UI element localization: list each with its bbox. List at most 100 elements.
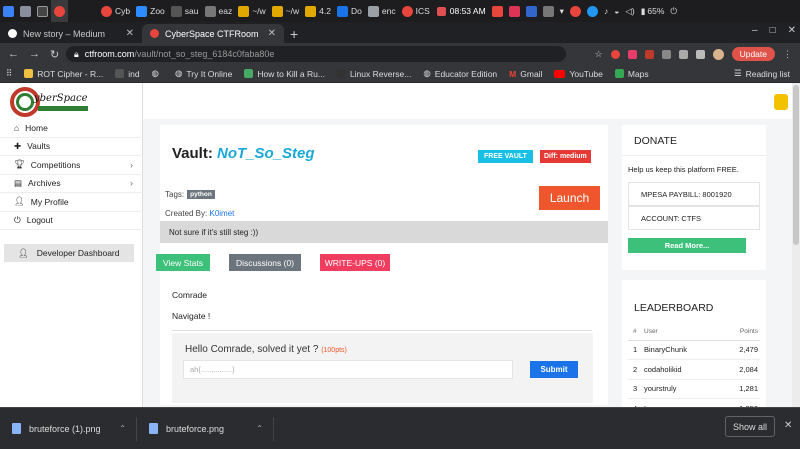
submit-button[interactable]: Submit (530, 361, 578, 378)
scrollbar-thumb[interactable] (793, 85, 799, 245)
battery-icon[interactable]: ▮ (641, 6, 646, 17)
download-item[interactable]: bruteforce.png ⌃ (137, 416, 274, 441)
avatar[interactable] (712, 48, 724, 60)
workspace-icon[interactable] (436, 6, 446, 16)
os-task-6[interactable]: 4.2 (302, 0, 334, 22)
download-item[interactable]: bruteforce (1).png ⌃ (0, 416, 137, 441)
bookmark-favicon-icon (336, 69, 346, 78)
chevron-up-icon[interactable]: ⌃ (119, 424, 126, 433)
sidebar-item-home[interactable]: ⌂ Home (0, 119, 143, 138)
globe-icon: ◍ (151, 68, 159, 78)
volume-icon[interactable]: ◁) (625, 6, 634, 17)
view-stats-button[interactable]: View Stats (156, 254, 210, 271)
extension-icon[interactable] (644, 49, 654, 59)
bookmark-how-to-kill[interactable]: How to Kill a Ru... (244, 69, 325, 79)
user-gear-icon: 👤︎ (18, 247, 29, 258)
table-row[interactable]: 4 Lucas 1,050 (628, 398, 760, 407)
show-all-button[interactable]: Show all (725, 416, 775, 437)
bookmark-linux-reverse[interactable]: Linux Reverse... (336, 69, 411, 79)
sidebar-item-archives[interactable]: ▤ Archives › (0, 175, 143, 193)
bookmark-youtube[interactable]: YouTube (554, 69, 603, 79)
sidebar-item-competitions[interactable]: 🏆︎ Competitions › (0, 156, 143, 175)
page-scrollbar[interactable] (792, 83, 800, 407)
launch-button[interactable]: Launch (539, 186, 600, 210)
extension-icon[interactable] (661, 49, 671, 59)
update-button[interactable]: Update (731, 47, 775, 61)
more-menu-icon[interactable]: ⋮ (783, 49, 792, 60)
answer-input[interactable]: ah{.....,.........} (183, 360, 513, 379)
image-file-icon (12, 423, 21, 434)
tray-icon[interactable] (508, 5, 520, 17)
chevron-up-icon[interactable]: ⌃ (256, 424, 263, 433)
chevron-down-icon[interactable]: ▾ (560, 6, 564, 17)
author-link[interactable]: K0imet (209, 209, 234, 218)
tray-icon[interactable] (586, 5, 598, 17)
bookmark-educator-edition[interactable]: ◍ Educator Edition (423, 68, 497, 79)
os-task-3[interactable]: eaz (202, 0, 236, 22)
forward-icon[interactable]: → (29, 48, 40, 61)
app-tray-icon[interactable] (491, 5, 503, 17)
tray-icon[interactable] (542, 5, 554, 17)
bookmark-rot-cipher[interactable]: ROT Cipher - R... (24, 69, 103, 79)
reading-list-button[interactable]: ☰ Reading list (734, 68, 800, 79)
close-icon[interactable]: ✕ (126, 28, 134, 39)
os-task-1[interactable]: Zoo (133, 0, 168, 22)
minimize-icon[interactable]: – (752, 25, 758, 36)
os-task-8[interactable]: enc (365, 0, 399, 22)
table-row[interactable]: 1 BinaryChunk 2,479 (628, 340, 760, 360)
sidebar-item-logout[interactable]: ⏻ Logout (0, 212, 143, 230)
os-task-5[interactable]: ~/w (269, 0, 302, 22)
tray-icon[interactable] (525, 5, 537, 17)
table-row[interactable]: 2 codaholikid 2,084 (628, 359, 760, 380)
close-window-icon[interactable]: ✕ (788, 25, 796, 36)
tab-ctfroom[interactable]: CyberSpace CTFRoom ✕ (142, 24, 284, 43)
bell-icon[interactable]: ♪ (604, 6, 608, 16)
bookmark-maps[interactable]: Maps (614, 69, 649, 79)
os-task-2[interactable]: sau (168, 0, 202, 22)
new-tab-button[interactable]: + (284, 24, 308, 43)
os-task-0[interactable]: Cyb (98, 0, 133, 22)
discussions-button[interactable]: Discussions (0) (229, 254, 301, 271)
divider (622, 155, 766, 156)
puzzle-icon[interactable] (695, 49, 705, 59)
star-icon[interactable]: ☆ (595, 49, 603, 60)
extension-icon[interactable] (627, 49, 637, 59)
sidebar-item-vaults[interactable]: ✚ Vaults (0, 138, 143, 156)
question-title: Hello Comrade, solved it yet ? (100pts) (185, 344, 347, 355)
bookmark-try-it-online[interactable]: ◍ Try It Online (175, 68, 232, 79)
os-menu-icon[interactable] (0, 0, 17, 22)
tray-icon[interactable] (569, 5, 581, 17)
os-task-7[interactable]: Do (334, 0, 365, 22)
developer-dashboard-button[interactable]: 👤︎ Developer Dashboard (4, 244, 134, 262)
bookmark-globe[interactable]: ◍ (152, 68, 163, 79)
bookmark-ind[interactable]: ind (115, 69, 140, 79)
os-task-9[interactable]: ICS (399, 0, 433, 22)
apps-icon[interactable]: ⠿ (6, 68, 12, 79)
os-chrome-icon[interactable] (51, 0, 68, 22)
url-field[interactable]: 🔒︎ ctfroom.com/vault/not_so_steg_6184c0f… (66, 46, 566, 62)
extension-icon[interactable] (610, 49, 620, 59)
tab-medium[interactable]: New story – Medium ✕ (0, 24, 142, 43)
tab-strip: New story – Medium ✕ CyberSpace CTFRoom … (0, 22, 800, 43)
close-icon[interactable]: ✕ (784, 420, 792, 431)
lock-icon[interactable]: 🔒︎ (74, 49, 79, 60)
paybill-number: MPESA PAYBILL: 8001920 (628, 182, 760, 206)
read-more-button[interactable]: Read More... (628, 238, 746, 253)
os-files-icon[interactable] (17, 0, 34, 22)
back-icon[interactable]: ← (8, 48, 19, 61)
extension-icon[interactable] (678, 49, 688, 59)
table-row[interactable]: 3 yourstruly 1,281 (628, 379, 760, 399)
os-terminal-icon[interactable] (34, 0, 51, 22)
reload-icon[interactable]: ↻ (50, 48, 59, 61)
wifi-icon[interactable]: ◒ (614, 6, 619, 16)
logo[interactable]: yberSpace (10, 87, 90, 121)
write-ups-button[interactable]: WRITE-UPS (0) (320, 254, 390, 271)
os-task-4[interactable]: ~/w (235, 0, 268, 22)
close-icon[interactable]: ✕ (268, 28, 276, 39)
power-icon[interactable]: ⏻ (670, 6, 677, 17)
maximize-icon[interactable]: □ (770, 25, 776, 36)
bookmark-gmail[interactable]: M Gmail (509, 69, 542, 79)
notification-bell-icon[interactable] (774, 94, 788, 110)
sidebar-item-my-profile[interactable]: 👤︎ My Profile (0, 193, 143, 212)
tag-python[interactable]: python (187, 190, 215, 199)
